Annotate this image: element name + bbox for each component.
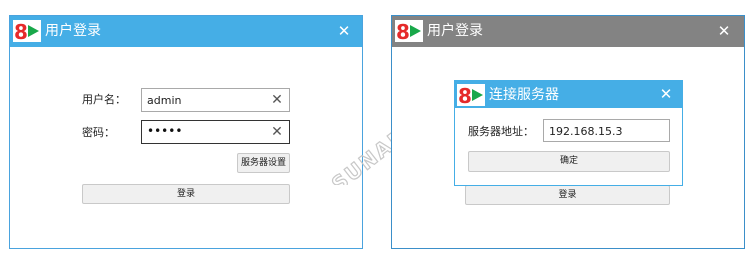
brand-logo-icon: 8 <box>395 20 423 42</box>
close-icon[interactable]: ✕ <box>334 21 354 41</box>
login-button[interactable]: 登录 <box>82 184 290 204</box>
brand-logo-icon: 8 <box>457 84 485 106</box>
password-field[interactable]: ••••• ✕ <box>141 120 290 144</box>
server-settings-button[interactable]: 服务器设置 <box>237 153 290 173</box>
confirm-button[interactable]: 确定 <box>468 151 670 172</box>
server-address-input[interactable] <box>549 121 659 141</box>
svg-text:8: 8 <box>14 20 28 42</box>
login-window-background-titlebar: 8 用户登录 ✕ <box>392 16 744 47</box>
server-address-field[interactable] <box>543 119 670 142</box>
username-field[interactable]: ✕ <box>141 88 290 112</box>
dialog-title: 连接服务器 <box>489 87 559 103</box>
close-icon[interactable]: ✕ <box>714 21 734 41</box>
svg-text:8: 8 <box>458 84 472 106</box>
server-dialog: 8 连接服务器 ✕ 服务器地址： 确定 <box>454 80 683 186</box>
server-dialog-titlebar: 8 连接服务器 ✕ <box>455 81 682 108</box>
clear-x-icon[interactable]: ✕ <box>269 123 285 141</box>
window-title: 用户登录 <box>45 23 101 39</box>
username-label: 用户名： <box>82 93 126 106</box>
username-input[interactable] <box>147 89 257 111</box>
password-input[interactable]: ••••• <box>147 124 182 138</box>
login-button[interactable]: 登录 <box>465 185 670 205</box>
brand-logo-icon: 8 <box>13 20 41 42</box>
svg-text:8: 8 <box>396 20 410 42</box>
login-window-titlebar: 8 用户登录 ✕ <box>10 16 362 47</box>
close-icon[interactable]: ✕ <box>656 84 676 104</box>
server-address-label: 服务器地址： <box>468 125 534 138</box>
password-label: 密码： <box>82 126 115 139</box>
clear-x-icon[interactable]: ✕ <box>269 91 285 109</box>
window-title: 用户登录 <box>427 23 483 39</box>
